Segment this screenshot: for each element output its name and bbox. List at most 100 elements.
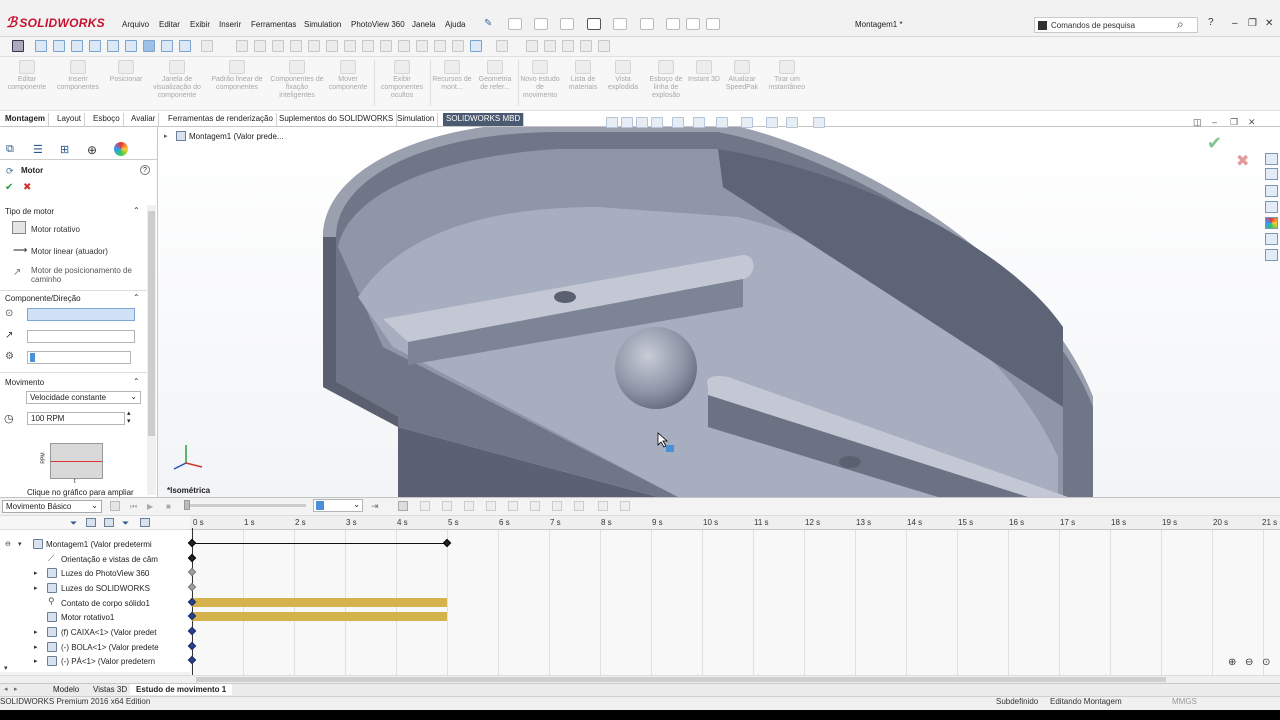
move-component-icon[interactable] bbox=[272, 40, 284, 52]
tree-scroll-down-icon[interactable]: ▾ bbox=[4, 664, 8, 672]
view-isometric-icon[interactable] bbox=[143, 40, 155, 52]
view-trimetric-icon[interactable] bbox=[161, 40, 173, 52]
toolbar-extra-5-icon[interactable] bbox=[598, 40, 610, 52]
property-manager-tab-icon[interactable]: ☰ bbox=[33, 143, 51, 159]
edit-component-icon[interactable] bbox=[344, 40, 356, 52]
display-manager-icon[interactable] bbox=[114, 142, 128, 156]
timeline-h-scrollbar[interactable] bbox=[0, 675, 1280, 683]
collapse-movement-icon[interactable]: ⌃ bbox=[133, 377, 140, 386]
pm-scrollbar[interactable] bbox=[147, 205, 156, 495]
minimize-icon[interactable]: – bbox=[1232, 18, 1238, 29]
add-key-icon[interactable] bbox=[464, 501, 474, 511]
tree-item-bola[interactable]: (-) BOLA<1> (Valor predete bbox=[61, 643, 159, 652]
help-icon[interactable]: ? bbox=[1208, 17, 1214, 28]
assembly-features-button[interactable]: Recursos de mont... bbox=[432, 60, 472, 92]
motion-graph[interactable] bbox=[50, 443, 103, 479]
move-component-button[interactable]: Mover componente bbox=[324, 60, 372, 92]
tab-modelo[interactable]: Modelo bbox=[47, 684, 85, 695]
appearances-icon[interactable] bbox=[1265, 217, 1278, 229]
collapse-motor-type-icon[interactable]: ⌃ bbox=[133, 206, 140, 215]
tab-esboco[interactable]: Esboço bbox=[90, 113, 124, 126]
tree-expand-toggle[interactable]: ▾ bbox=[18, 540, 22, 548]
instant3d-toolbar-icon[interactable] bbox=[496, 40, 508, 52]
linear-motor-icon[interactable]: ⟶ bbox=[13, 245, 27, 256]
motor-activity-bar[interactable] bbox=[192, 612, 447, 621]
instant3d-button[interactable]: Instant 3D bbox=[688, 60, 720, 84]
close-icon[interactable]: ✕ bbox=[1265, 18, 1273, 29]
reference-geometry-icon[interactable] bbox=[380, 40, 392, 52]
view-right-icon[interactable] bbox=[89, 40, 101, 52]
explode-line-sketch-button[interactable]: Esboço de linha de explosão bbox=[644, 60, 688, 100]
view-left-icon[interactable] bbox=[71, 40, 83, 52]
display-style-icon[interactable] bbox=[716, 117, 728, 128]
clearance-icon[interactable] bbox=[452, 40, 464, 52]
restore-icon[interactable]: ❐ bbox=[1248, 18, 1257, 29]
results-icon[interactable] bbox=[620, 501, 630, 511]
select-icon[interactable] bbox=[640, 18, 654, 30]
playback-mode-icon[interactable]: ⇥ bbox=[371, 501, 379, 512]
toolbar-extra-2-icon[interactable] bbox=[544, 40, 556, 52]
menu-editar[interactable]: Editar bbox=[159, 20, 180, 29]
rotate-component-icon[interactable] bbox=[290, 40, 302, 52]
tab-scroll-right-icon[interactable]: ▸ bbox=[14, 685, 18, 693]
previous-view-icon[interactable] bbox=[636, 117, 648, 128]
timeline-zoom-in-icon[interactable]: ⊕ bbox=[1228, 657, 1236, 668]
tree-item-rotary-motor[interactable]: Motor rotativo1 bbox=[61, 613, 114, 622]
pmi-icon[interactable] bbox=[470, 40, 482, 52]
new-motion-study-button[interactable]: Novo estudo de movimento bbox=[520, 60, 560, 100]
toolbar-extra-3-icon[interactable] bbox=[562, 40, 574, 52]
speed-input[interactable]: 100 RPM bbox=[27, 412, 125, 425]
menu-photoview[interactable]: PhotoView 360 bbox=[351, 20, 405, 29]
zoom-area-icon[interactable] bbox=[621, 117, 633, 128]
confirm-corner-cancel-icon[interactable]: ✖ bbox=[1236, 151, 1249, 171]
insert-components-button[interactable]: Inserir componentes bbox=[52, 60, 104, 92]
open-file-icon[interactable] bbox=[534, 18, 548, 30]
force-icon[interactable] bbox=[552, 501, 562, 511]
spring-icon[interactable] bbox=[508, 501, 518, 511]
view-dimetric-icon[interactable] bbox=[179, 40, 191, 52]
motion-function-select[interactable]: Velocidade constante ⌄ bbox=[26, 391, 141, 404]
ok-icon[interactable]: ✔ bbox=[5, 182, 13, 193]
contact-icon[interactable] bbox=[574, 501, 584, 511]
cancel-icon[interactable]: ✖ bbox=[23, 182, 31, 193]
tree-flyout-root[interactable]: Montagem1 (Valor prede... bbox=[189, 132, 284, 141]
tab-addins[interactable]: Suplementos do SOLIDWORKS bbox=[276, 113, 398, 126]
tab-scroll-left-icon[interactable]: ◂ bbox=[4, 685, 8, 693]
tree-item-orientation[interactable]: Orientação e vistas de câm bbox=[61, 555, 158, 564]
save-animation-icon[interactable] bbox=[398, 501, 408, 511]
tree-item-pa[interactable]: (-) PÁ<1> (Valor predetern bbox=[61, 657, 155, 666]
view-palette-icon[interactable] bbox=[1265, 201, 1278, 213]
smart-fasteners-button[interactable]: Componentes de fixação inteligentes bbox=[270, 60, 324, 100]
interference-icon[interactable] bbox=[434, 40, 446, 52]
menu-simulation[interactable]: Simulation bbox=[304, 20, 341, 29]
file-properties-icon[interactable] bbox=[686, 18, 700, 30]
view-top-icon[interactable] bbox=[107, 40, 119, 52]
status-units[interactable]: MMGS bbox=[1172, 697, 1197, 706]
view-front-icon[interactable] bbox=[35, 40, 47, 52]
undo-icon[interactable] bbox=[613, 18, 627, 30]
path-motor-icon[interactable]: ↗ bbox=[13, 267, 21, 278]
section-view-icon[interactable] bbox=[651, 117, 663, 128]
graphics-area[interactable] bbox=[158, 127, 1280, 497]
edit-appearance-icon[interactable] bbox=[766, 117, 778, 128]
tree-item-photoview-lights[interactable]: Luzes do PhotoView 360 bbox=[61, 569, 149, 578]
file-explorer-icon[interactable] bbox=[1265, 185, 1278, 197]
edit-component-button[interactable]: Editar componente bbox=[4, 60, 50, 92]
motor-direction-icon[interactable]: ↗ bbox=[5, 330, 13, 341]
play-icon[interactable]: ▶ bbox=[147, 502, 153, 511]
collapse-tree-icon[interactable]: ⊖ bbox=[5, 540, 11, 548]
toolbar-extra-4-icon[interactable] bbox=[580, 40, 592, 52]
tree-expand-toggle[interactable]: ▸ bbox=[34, 628, 38, 636]
pin-icon[interactable]: ✎ bbox=[484, 18, 492, 29]
tree-expand-toggle[interactable]: ▸ bbox=[34, 569, 38, 577]
search-input[interactable]: Comandos de pesquisa bbox=[1034, 17, 1198, 33]
viewport-close-icon[interactable]: ✕ bbox=[1248, 117, 1256, 128]
filter-animated-icon[interactable]: ⏷ bbox=[70, 518, 77, 529]
collapse-component-icon[interactable]: ⌃ bbox=[133, 293, 140, 302]
tree-expand-toggle[interactable]: ▸ bbox=[34, 584, 38, 592]
tab-layout[interactable]: Layout bbox=[54, 113, 86, 126]
playback-slider-thumb[interactable] bbox=[184, 500, 190, 510]
design-library-icon[interactable] bbox=[1265, 168, 1278, 180]
hide-show-icon[interactable] bbox=[326, 40, 338, 52]
viewport-minimize-icon[interactable]: – bbox=[1212, 117, 1217, 127]
